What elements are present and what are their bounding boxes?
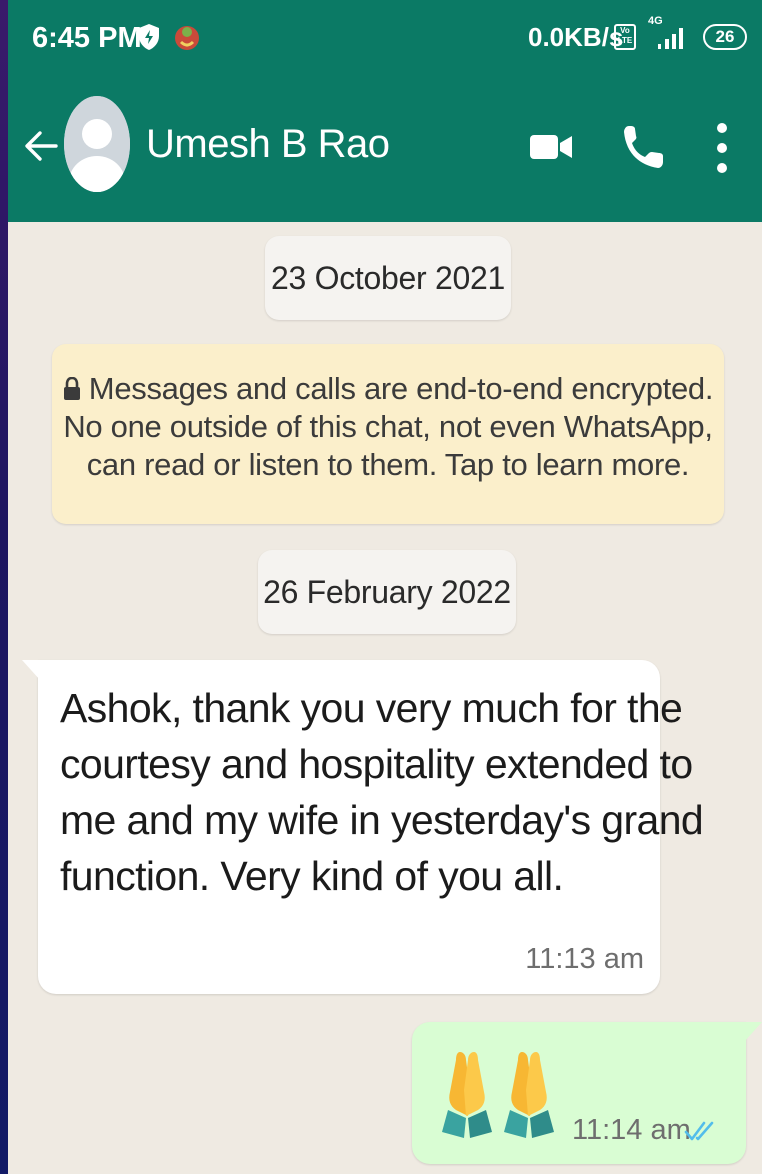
network-speed: 0.0KB/s (528, 22, 624, 52)
incoming-message[interactable]: Ashok, thank you very much for the court… (22, 660, 704, 994)
avatar[interactable] (64, 96, 130, 192)
battery-indicator: 26 (703, 24, 747, 50)
date-chip: 26 February 2022 (258, 550, 516, 634)
message-time: 11:13 am (525, 943, 644, 975)
folded-hands-emoji-icon (442, 1052, 554, 1138)
date-chip: 23 October 2021 (265, 236, 511, 320)
encryption-line-2: No one outside of this chat, not even Wh… (63, 409, 713, 444)
lock-icon (63, 377, 80, 400)
status-bar: 6:45 PM 0.0KB/s Vo LTE 4G 26 (8, 0, 762, 76)
default-avatar-icon (64, 96, 130, 192)
whatsapp-chat-screen: 6:45 PM 0.0KB/s Vo LTE 4G 26 Umesh B Rao… (8, 0, 762, 1174)
encryption-notice[interactable]: Messages and calls are end-to-end encryp… (52, 344, 724, 524)
header-bar: 6:45 PM 0.0KB/s Vo LTE 4G 26 Umesh B Rao (8, 0, 762, 222)
shield-icon (139, 24, 159, 50)
app-notification-icon (175, 26, 199, 50)
outgoing-message[interactable]: 11:14 am (412, 1022, 762, 1164)
volte-icon: Vo LTE (614, 24, 636, 50)
message-line: Ashok, thank you very much for the (60, 685, 683, 731)
back-arrow-icon[interactable] (22, 124, 62, 168)
video-call-icon[interactable] (528, 128, 574, 166)
encryption-line-1: Messages and calls are end-to-end encryp… (52, 370, 724, 408)
bubble-tail (744, 1022, 762, 1042)
status-time: 6:45 PM (32, 22, 142, 54)
message-time: 11:14 am (572, 1114, 691, 1146)
signal-icon (658, 28, 683, 49)
message-line: courtesy and hospitality extended to (60, 741, 693, 787)
read-receipt-icon (684, 1121, 714, 1141)
chat-app-bar: Umesh B Rao (8, 76, 762, 222)
message-text: Ashok, thank you very much for the court… (60, 680, 704, 904)
chat-area[interactable]: 23 October 2021 Messages and calls are e… (8, 222, 762, 1174)
message-line: me and my wife in yesterday's grand (60, 797, 704, 843)
encryption-line-3: can read or listen to them. Tap to learn… (86, 447, 690, 482)
message-line: function. Very kind of you all. (60, 853, 564, 899)
encryption-line-1-text: Messages and calls are end-to-end encryp… (88, 371, 714, 406)
bubble-tail (22, 660, 40, 680)
voice-call-icon[interactable] (620, 122, 664, 172)
more-options-icon[interactable] (710, 120, 734, 176)
contact-name[interactable]: Umesh B Rao (146, 122, 390, 167)
